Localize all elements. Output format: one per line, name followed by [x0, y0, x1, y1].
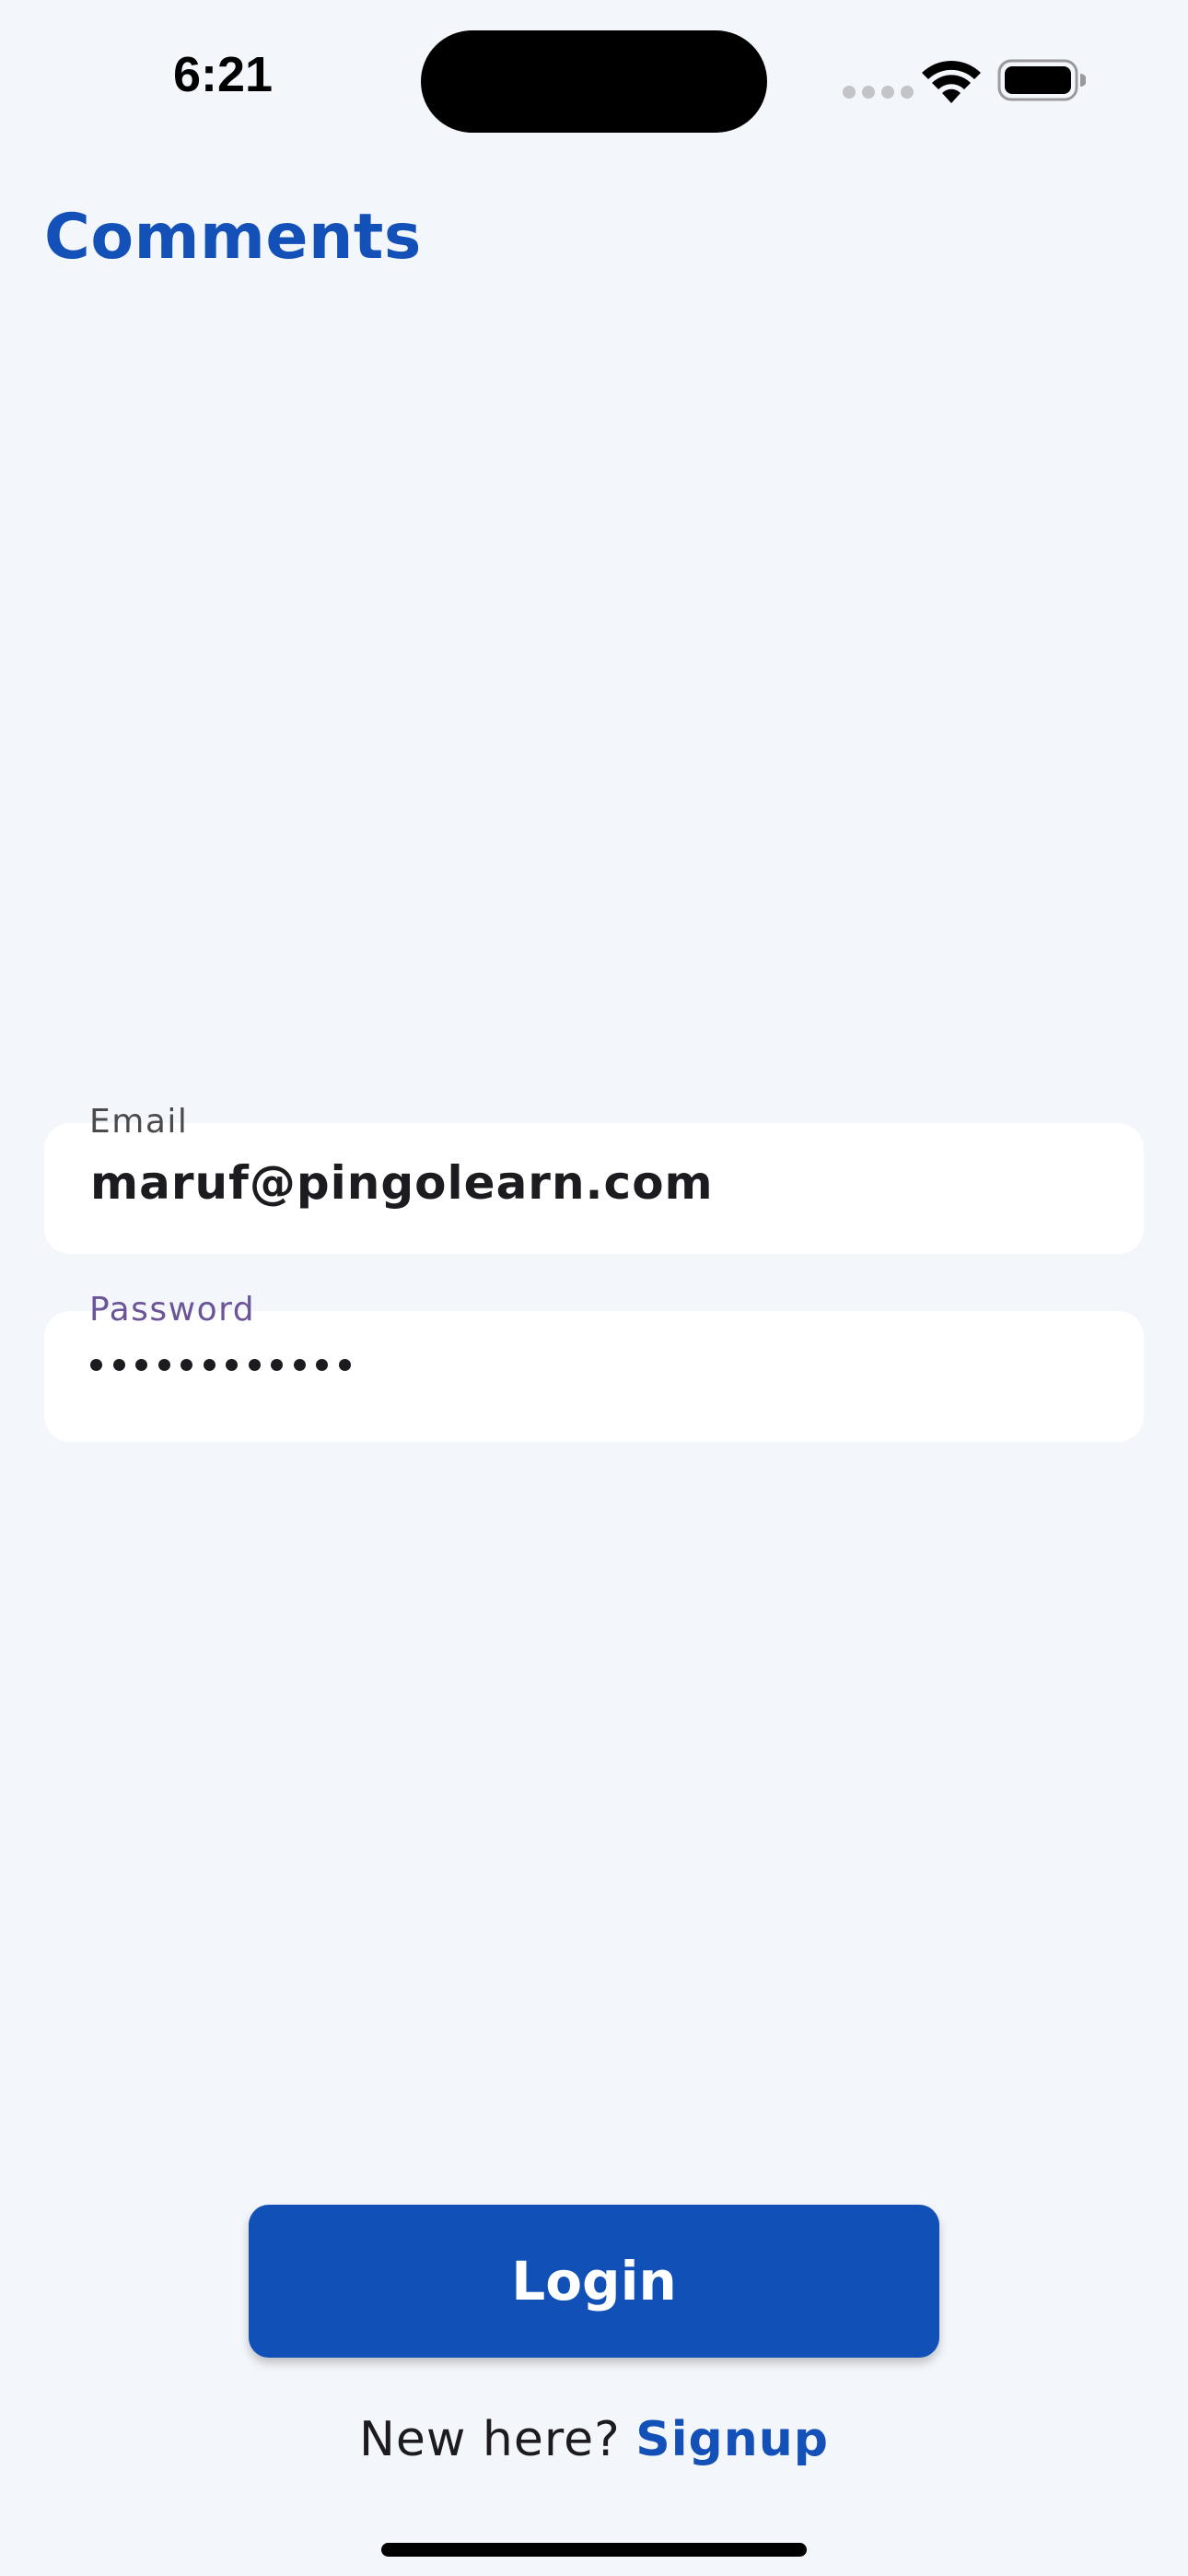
dynamic-island	[421, 30, 767, 133]
password-dot	[157, 1359, 170, 1371]
password-label: Password	[89, 1291, 256, 1329]
email-value[interactable]: maruf@pingolearn.com	[90, 1156, 714, 1210]
login-button[interactable]: Login	[249, 2205, 939, 2358]
email-field[interactable]: maruf@pingolearn.com	[44, 1123, 1144, 1254]
battery-icon	[997, 59, 1086, 101]
page-title: Comments	[44, 201, 422, 274]
signal-icon	[843, 86, 914, 99]
home-indicator[interactable]	[381, 2543, 807, 2557]
password-dot	[112, 1359, 125, 1371]
password-dot	[316, 1359, 328, 1371]
password-dot	[135, 1359, 147, 1371]
password-dot	[203, 1359, 215, 1371]
password-dot	[338, 1359, 351, 1371]
password-dot	[181, 1359, 192, 1371]
status-time: 6:21	[173, 47, 274, 102]
wifi-icon	[922, 61, 981, 103]
password-dot	[271, 1359, 283, 1371]
password-value[interactable]	[90, 1359, 351, 1371]
email-label: Email	[89, 1103, 189, 1141]
password-dot	[90, 1359, 102, 1371]
signup-prompt: New here?	[358, 2412, 621, 2467]
signup-row: New here? Signup	[0, 2412, 1188, 2467]
password-field[interactable]	[44, 1311, 1144, 1442]
signup-link[interactable]: Signup	[635, 2412, 829, 2467]
password-dot	[226, 1359, 238, 1371]
password-dot	[293, 1359, 306, 1371]
password-dot	[248, 1359, 261, 1371]
